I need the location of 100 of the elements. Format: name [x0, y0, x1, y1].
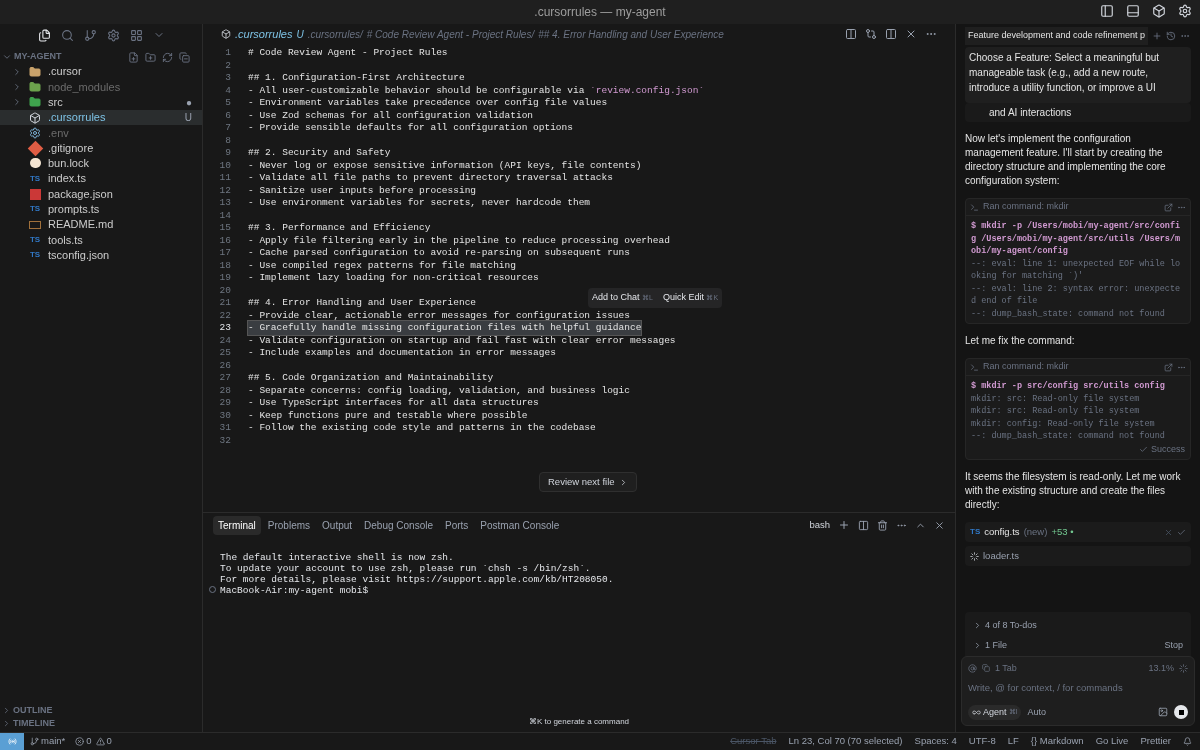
chevron-icon	[12, 81, 22, 92]
warning-count[interactable]: 0	[106, 734, 112, 749]
spinner-icon	[1179, 663, 1188, 673]
file-tree-item[interactable]: .gitignore	[0, 140, 202, 156]
chat-tab[interactable]: Feature development and code refinement p	[965, 27, 1149, 45]
remote-icon[interactable]	[0, 733, 24, 750]
chat-message: It seems the filesystem is read-only. Let me work with the existing structure and create the files directly:	[965, 470, 1182, 512]
settings-icon[interactable]	[1178, 4, 1192, 18]
sidebar-toggle-icon[interactable]	[1100, 4, 1114, 18]
code-line: - All user-customizable behavior should be configurable via `review.config.json`	[248, 83, 705, 98]
command-output: mkdir: config: Read-only file system	[971, 417, 1156, 430]
open-icon[interactable]	[1164, 202, 1173, 212]
copy-icon	[982, 664, 990, 673]
files-icon[interactable]	[38, 28, 51, 42]
panel-tab[interactable]: Problems	[262, 515, 316, 535]
add-terminal-icon[interactable]	[838, 519, 850, 531]
breadcrumb-item[interactable]: ## 4. Error Handling and User Experience	[538, 26, 724, 42]
preview-icon[interactable]	[845, 28, 857, 40]
files-toggle[interactable]: 1 File	[985, 638, 1007, 653]
new-chat-icon[interactable]	[1152, 31, 1163, 41]
file-tree-item[interactable]: .cursorrules U	[0, 109, 202, 126]
mention-icon[interactable]	[968, 663, 977, 673]
grid-icon[interactable]	[130, 28, 143, 42]
status-item[interactable]: Prettier	[1140, 734, 1171, 749]
explorer-title: MY-AGENT	[14, 50, 62, 64]
code-line: - Use Zod schemas for all configuration validation	[248, 108, 534, 123]
chat-input[interactable]: Write, @ for context, / for commands	[968, 681, 1188, 696]
file-tree-item[interactable]: TS index.ts	[0, 171, 202, 187]
code-line: - Apply file filtering early in the pipeline to reduce processing overhead	[248, 233, 670, 248]
command-output: --: dump_bash_state: command not found	[971, 307, 1166, 320]
new-file-icon[interactable]	[128, 51, 139, 63]
panel-tab[interactable]: Postman Console	[475, 515, 565, 535]
line-number: 31	[218, 421, 232, 436]
refresh-icon[interactable]	[162, 51, 173, 63]
file-tree-item[interactable]: bun.lock	[0, 155, 202, 172]
file-tree-item[interactable]: README.md	[0, 216, 202, 233]
warning-icon	[95, 737, 105, 746]
compare-icon[interactable]	[865, 28, 877, 40]
close-icon[interactable]	[905, 28, 917, 40]
branch-icon[interactable]	[84, 28, 97, 42]
file-tree-item[interactable]: src ●	[0, 94, 202, 110]
error-count[interactable]: 0	[86, 734, 92, 749]
line-number: 27	[218, 371, 232, 386]
status-item[interactable]: LF	[1007, 734, 1019, 749]
file-name: config.ts	[984, 524, 1020, 539]
reject-icon[interactable]	[1164, 527, 1173, 537]
code-line: - Validate configuration on startup and fail fast with clear error messages	[248, 333, 676, 348]
context-chip[interactable]: 1 Tab	[995, 661, 1017, 676]
file-tree-item[interactable]: TS tsconfig.json	[0, 247, 202, 263]
gear-icon[interactable]	[107, 28, 120, 42]
breadcrumb-item[interactable]: .cursorrules/	[307, 26, 363, 42]
status-item[interactable]: {} Markdown	[1030, 734, 1084, 749]
file-tree-item[interactable]: TS tools.ts	[0, 232, 202, 248]
model-selector[interactable]: Auto	[1027, 705, 1046, 719]
command-output: --: dump_bash_state: command not found	[971, 430, 1166, 443]
editor-tab[interactable]: .cursorrules	[235, 25, 293, 43]
file-tree-item[interactable]: package.json	[0, 186, 202, 202]
line-number: 25	[218, 346, 232, 361]
branch-status[interactable]: main*	[41, 734, 66, 749]
close-icon[interactable]	[934, 519, 945, 531]
code-line: ## 1. Configuration-First Architecture	[248, 71, 465, 86]
panel-toggle-icon[interactable]	[1126, 4, 1140, 18]
code-line: - Provide clear, actionable error messages for configuration issues	[248, 308, 630, 323]
collapse-icon[interactable]	[179, 51, 190, 63]
new-folder-icon[interactable]	[145, 51, 156, 63]
line-number: 1	[224, 46, 232, 61]
review-next-file-button[interactable]: Review next file	[539, 472, 637, 492]
panel-tab[interactable]: Output	[317, 515, 358, 535]
stop-icon[interactable]	[1174, 705, 1188, 720]
split-icon[interactable]	[885, 28, 897, 40]
cube-icon[interactable]	[1152, 4, 1166, 18]
history-icon[interactable]	[1166, 31, 1177, 41]
chevron-icon[interactable]	[2, 52, 12, 62]
panel-tab[interactable]: Debug Console	[359, 515, 438, 535]
trash-icon[interactable]	[877, 519, 888, 531]
file-status: U	[296, 27, 304, 42]
diff-count: +53 •	[1051, 524, 1074, 539]
status-item[interactable]: UTF-8	[968, 734, 996, 749]
status-item[interactable]: Ln 23, Col 70 (70 selected)	[788, 734, 903, 749]
status-item[interactable]: Spaces: 4	[914, 734, 957, 749]
open-icon[interactable]	[1164, 362, 1173, 372]
line-number: 9	[224, 146, 232, 161]
bell-icon[interactable]	[1183, 737, 1192, 746]
file-change-row[interactable]: TS config.ts (new) +53 •	[965, 522, 1191, 542]
file-change-row[interactable]: loader.ts	[965, 546, 1191, 566]
stop-button[interactable]: Stop	[1164, 638, 1183, 653]
file-note: (new)	[1023, 524, 1048, 539]
shell-selector[interactable]: bash	[809, 517, 830, 533]
todos-toggle[interactable]: 4 of 8 To-dos	[985, 618, 1037, 633]
split-icon[interactable]	[858, 519, 869, 531]
breadcrumb-item[interactable]: # Code Review Agent - Project Rules/	[366, 26, 535, 42]
file-tree-item[interactable]: TS prompts.ts	[0, 201, 202, 217]
image-icon[interactable]	[1158, 707, 1168, 718]
panel-tab[interactable]: Terminal	[213, 515, 261, 535]
accept-icon[interactable]	[1177, 527, 1186, 537]
file-tree-item[interactable]: .cursor	[0, 64, 202, 80]
line-number: 26	[218, 358, 232, 373]
panel-tab[interactable]: Ports	[440, 515, 474, 535]
search-icon[interactable]	[61, 28, 74, 42]
status-item[interactable]: Go Live	[1095, 734, 1129, 749]
